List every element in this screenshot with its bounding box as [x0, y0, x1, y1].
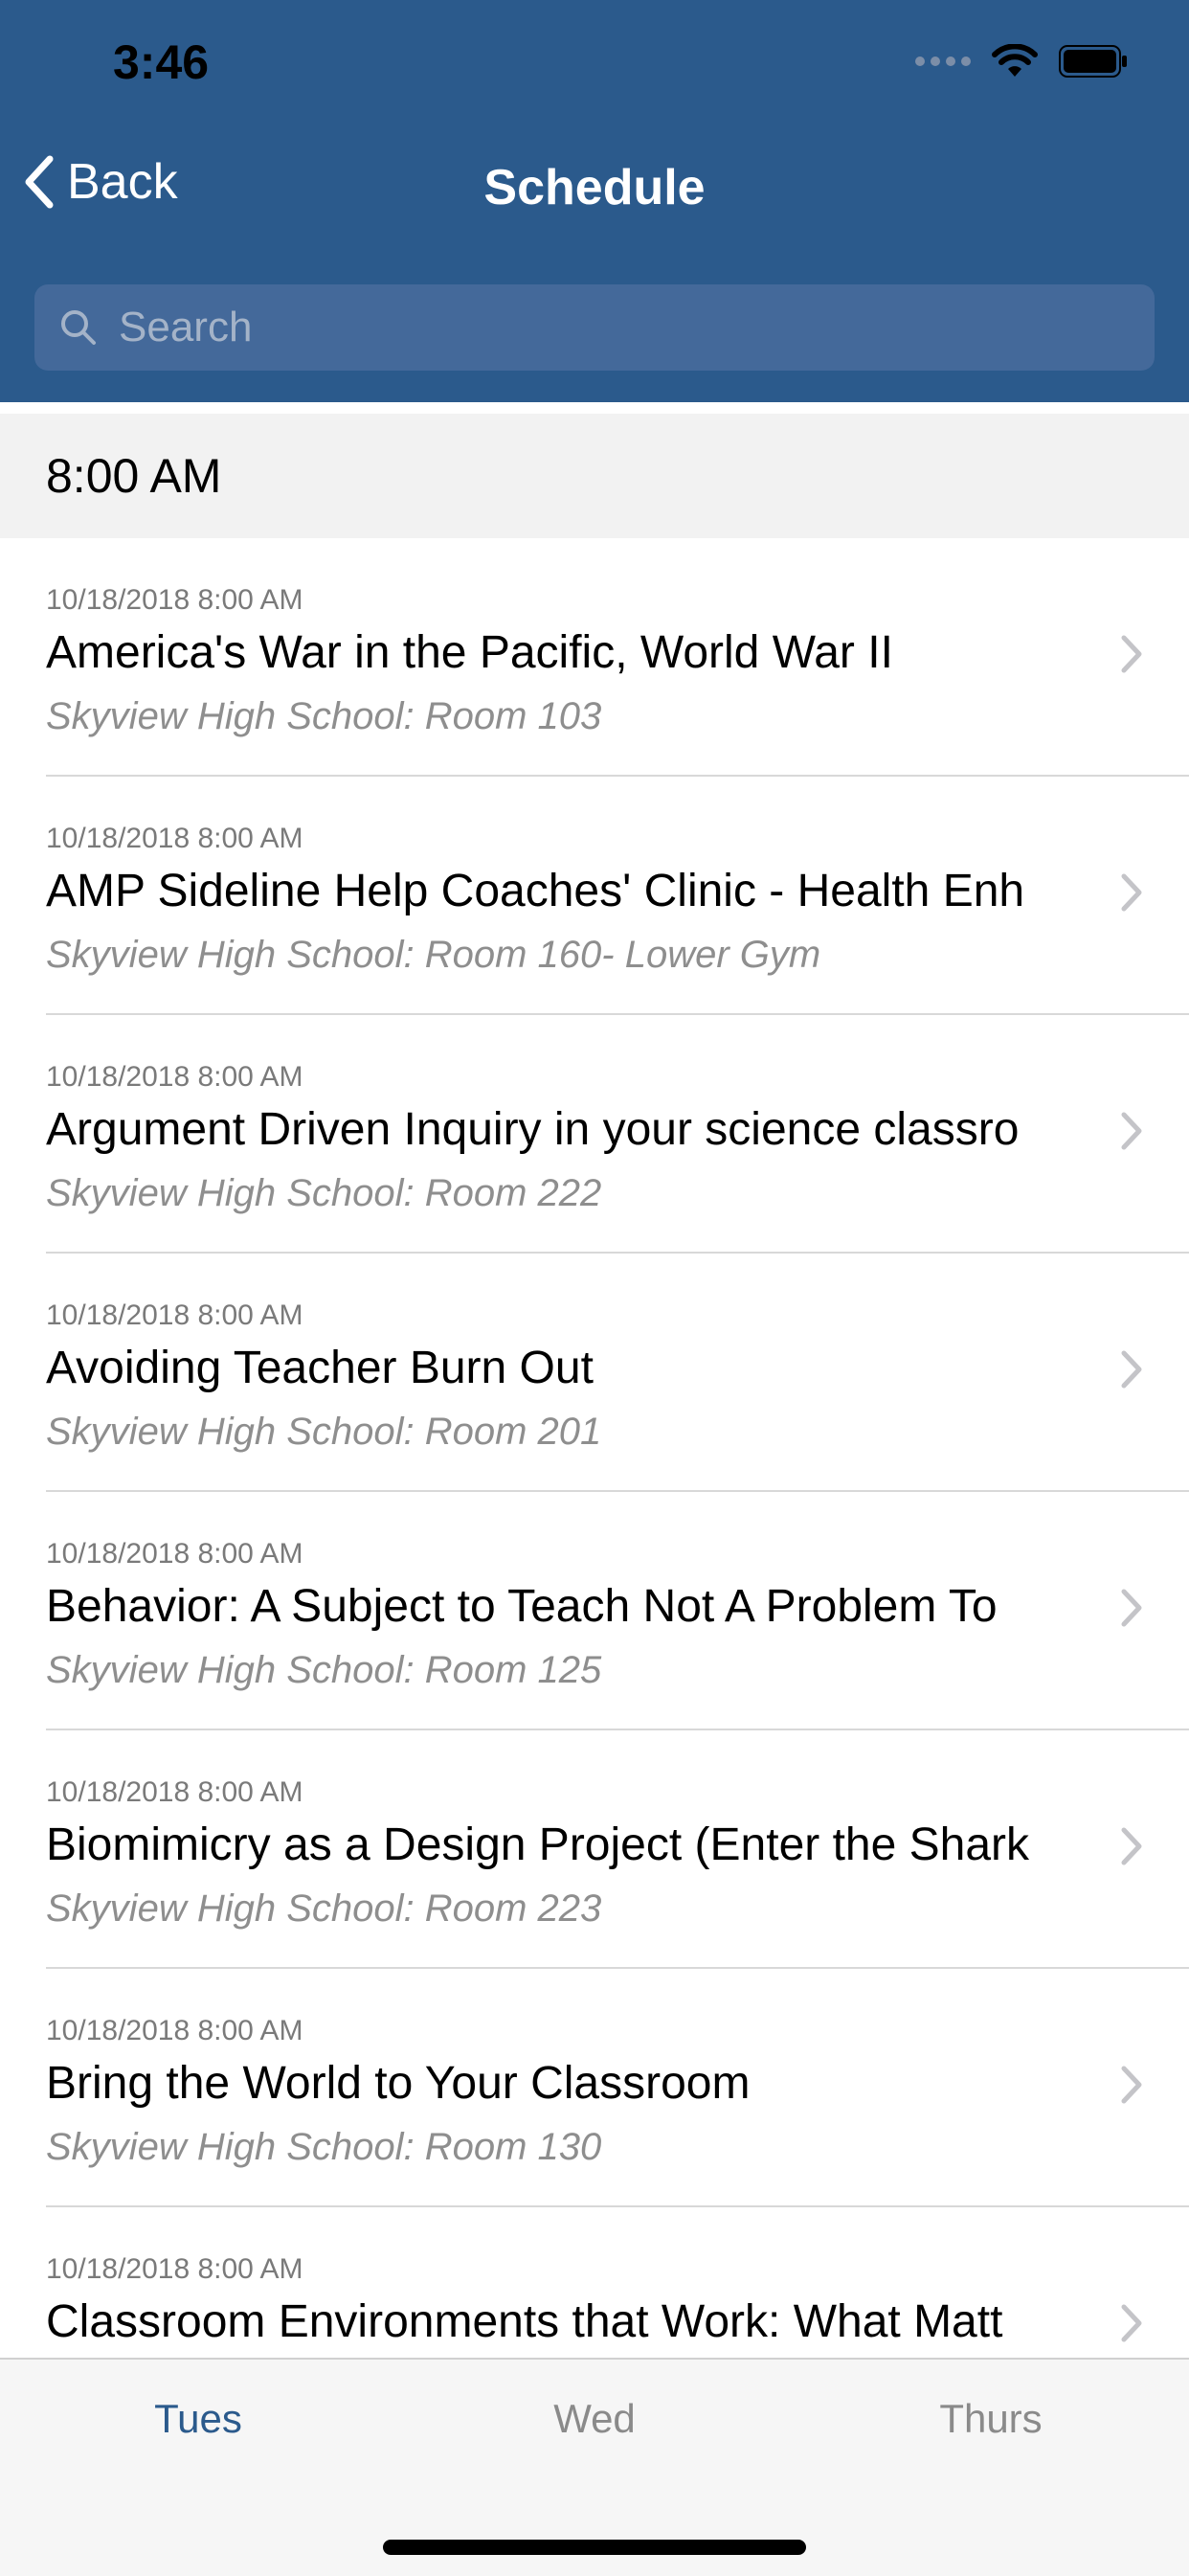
session-location: Skyview High School: Room 201	[46, 1411, 602, 1453]
session-date: 10/18/2018 8:00 AM	[46, 2253, 303, 2285]
chevron-right-icon	[1121, 2304, 1142, 2342]
home-indicator[interactable]	[383, 2540, 806, 2555]
session-title: Bring the World to Your Classroom	[46, 2058, 751, 2109]
chevron-right-icon	[1121, 2066, 1142, 2104]
tab-tues[interactable]: Tues	[55, 2396, 342, 2442]
page-title: Schedule	[483, 160, 706, 215]
status-icons	[915, 42, 1128, 80]
list-item[interactable]: 10/18/2018 8:00 AM AMP Sideline Help Coa…	[46, 777, 1189, 1015]
chevron-right-icon	[1121, 1827, 1142, 1865]
session-location: Skyview High School: Room 222	[46, 1172, 602, 1214]
wifi-icon	[992, 44, 1038, 77]
session-list[interactable]: 10/18/2018 8:00 AM America's War in the …	[0, 538, 1189, 2358]
search-icon	[61, 310, 96, 345]
search-input[interactable]	[117, 303, 1078, 352]
tab-bar: Tues Wed Thurs	[0, 2358, 1189, 2576]
list-item[interactable]: 10/18/2018 8:00 AM Argument Driven Inqui…	[46, 1015, 1189, 1254]
session-title: Biomimicry as a Design Project (Enter th…	[46, 1819, 1030, 1870]
session-title: Avoiding Teacher Burn Out	[46, 1343, 594, 1393]
session-title: Argument Driven Inquiry in your science …	[46, 1104, 1020, 1155]
session-date: 10/18/2018 8:00 AM	[46, 2015, 303, 2046]
session-date: 10/18/2018 8:00 AM	[46, 584, 303, 616]
session-date: 10/18/2018 8:00 AM	[46, 1299, 303, 1331]
list-item[interactable]: 10/18/2018 8:00 AM Avoiding Teacher Burn…	[46, 1254, 1189, 1492]
search-bar[interactable]	[34, 284, 1155, 371]
list-item[interactable]: 10/18/2018 8:00 AM America's War in the …	[46, 538, 1189, 777]
tab-wed[interactable]: Wed	[451, 2396, 738, 2442]
list-item[interactable]: 10/18/2018 8:00 AM Classroom Environment…	[46, 2207, 1189, 2358]
session-date: 10/18/2018 8:00 AM	[46, 823, 303, 854]
chevron-right-icon	[1121, 1112, 1142, 1150]
session-date: 10/18/2018 8:00 AM	[46, 1776, 303, 1808]
session-location: Skyview High School: Room 125	[46, 1649, 602, 1691]
chevron-right-icon	[1121, 1350, 1142, 1389]
list-item[interactable]: 10/18/2018 8:00 AM Bring the World to Yo…	[46, 1969, 1189, 2207]
navigation-header: 3:46 Back Schedule	[0, 0, 1189, 402]
tab-thurs[interactable]: Thurs	[847, 2396, 1134, 2442]
session-title: Behavior: A Subject to Teach Not A Probl…	[46, 1581, 998, 1632]
session-title: America's War in the Pacific, World War …	[46, 627, 893, 678]
chevron-right-icon	[1121, 635, 1142, 673]
section-header: 8:00 AM	[0, 414, 1189, 538]
section-time: 8:00 AM	[46, 449, 222, 503]
session-location: Skyview High School: Room 223	[46, 1887, 602, 1930]
cellular-signal-icon	[915, 56, 971, 66]
session-location: Skyview High School: Room 130	[46, 2126, 602, 2168]
status-time: 3:46	[113, 35, 210, 89]
chevron-right-icon	[1121, 1589, 1142, 1627]
list-item[interactable]: 10/18/2018 8:00 AM Biomimicry as a Desig…	[46, 1730, 1189, 1969]
session-title: Classroom Environments that Work: What M…	[46, 2296, 1003, 2347]
chevron-right-icon	[1121, 873, 1142, 912]
session-date: 10/18/2018 8:00 AM	[46, 1061, 303, 1093]
session-date: 10/18/2018 8:00 AM	[46, 1538, 303, 1570]
session-location: Skyview High School: Room 103	[46, 695, 602, 737]
session-location: Skyview High School: Room 160- Lower Gym	[46, 934, 821, 976]
list-item[interactable]: 10/18/2018 8:00 AM Behavior: A Subject t…	[46, 1492, 1189, 1730]
battery-icon	[1059, 45, 1127, 78]
session-title: AMP Sideline Help Coaches' Clinic - Heal…	[46, 866, 1025, 916]
